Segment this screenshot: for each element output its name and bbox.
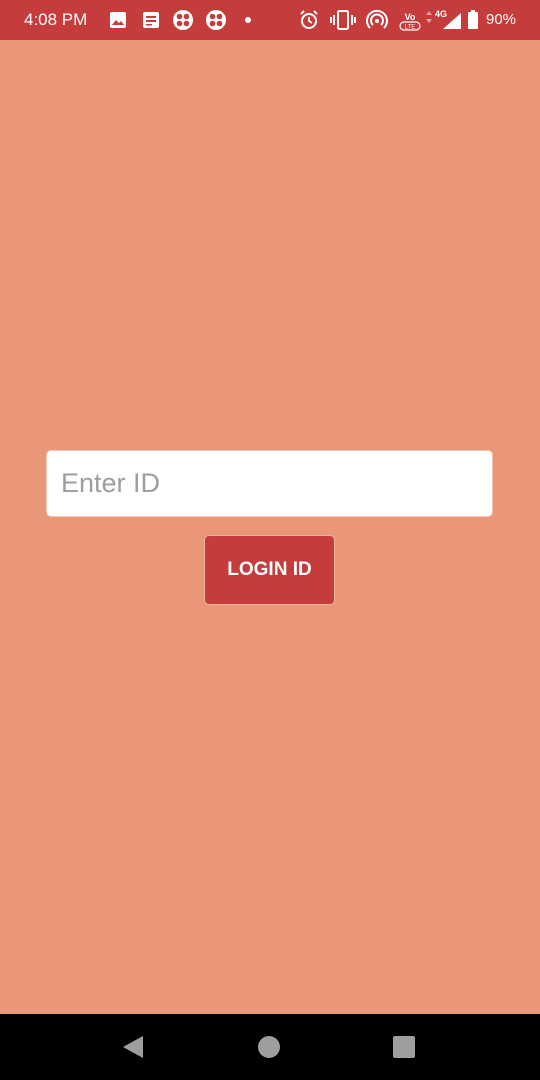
- dot-icon: [245, 17, 251, 23]
- battery-percentage: 90%: [486, 11, 517, 28]
- home-icon[interactable]: [254, 1032, 284, 1062]
- news-icon: [143, 12, 159, 28]
- volte-icon: Vo LTE: [399, 12, 421, 31]
- alarm-icon: [300, 10, 318, 29]
- app-screen: 4:08 PM Vo LTE 4G 90% Enter ID LOGIN ID: [0, 0, 540, 1080]
- recents-icon[interactable]: [389, 1032, 419, 1062]
- status-time: 4:08 PM: [24, 10, 88, 29]
- vibrate-icon: [330, 10, 356, 30]
- app-icon: [206, 10, 226, 30]
- image-icon: [110, 12, 126, 28]
- hotspot-icon: [366, 9, 388, 29]
- svg-text:Vo: Vo: [405, 12, 416, 22]
- navigation-bar: [0, 1014, 540, 1080]
- network-label: 4G: [435, 9, 447, 19]
- battery-icon: [468, 10, 478, 29]
- svg-text:LTE: LTE: [405, 25, 416, 31]
- status-bar: 4:08 PM Vo LTE 4G 90%: [0, 0, 540, 40]
- id-input[interactable]: [46, 450, 493, 517]
- app-icon: [173, 10, 193, 30]
- back-icon[interactable]: [119, 1032, 149, 1062]
- signal-icon: 4G: [426, 9, 461, 29]
- login-button[interactable]: LOGIN ID: [204, 535, 335, 605]
